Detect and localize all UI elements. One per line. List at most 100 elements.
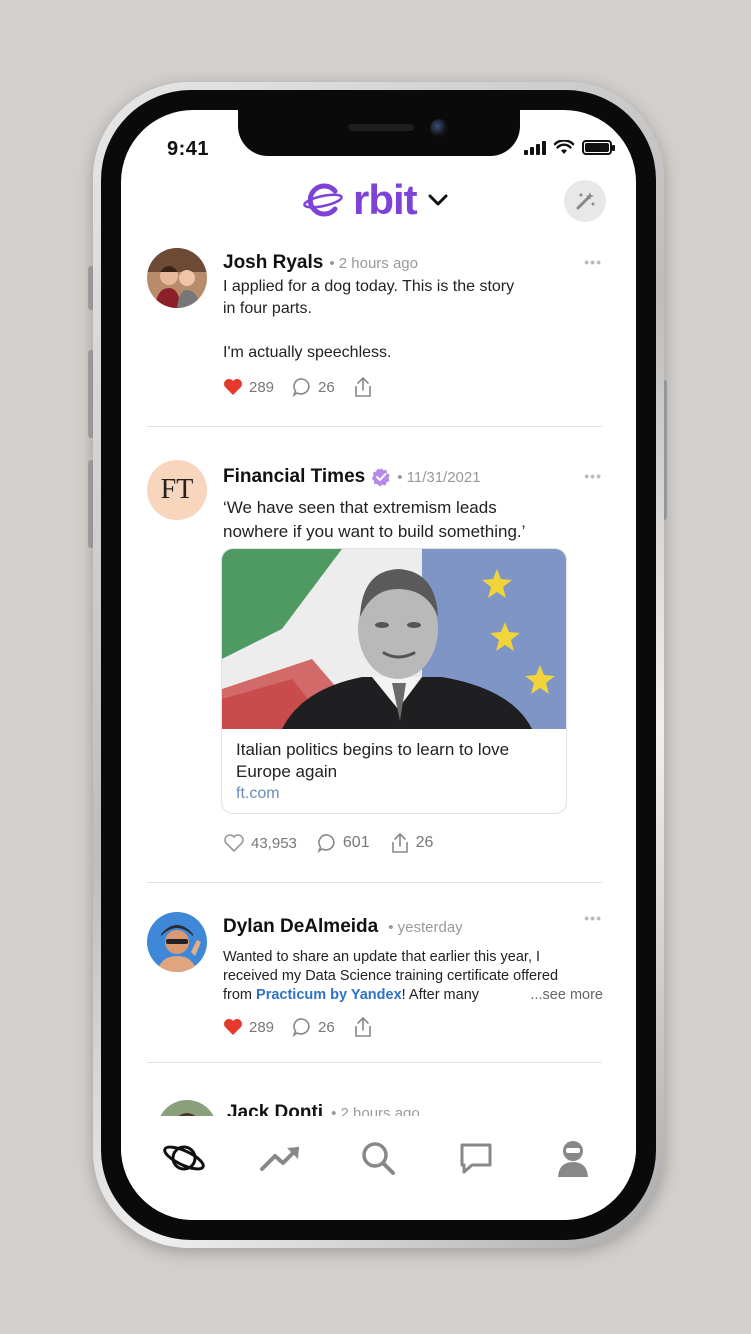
more-options-icon[interactable]: •••: [584, 254, 602, 270]
profile-avatar-icon: [558, 1141, 589, 1177]
post-divider: [147, 426, 602, 427]
orbit-logo-icon: [303, 183, 343, 217]
card-body: Italian politics begins to learn to love…: [222, 729, 566, 813]
article-photo: [222, 549, 566, 729]
like-button[interactable]: 43,953: [223, 833, 297, 853]
more-options-icon[interactable]: •••: [584, 468, 602, 484]
author-name[interactable]: Dylan DeAlmeida: [223, 916, 378, 938]
status-time: 9:41: [167, 138, 210, 160]
practicum-link[interactable]: Practicum by Yandex: [256, 987, 402, 1003]
author-name[interactable]: Financial Times: [223, 466, 365, 488]
post-text-line: I'm actually speechless.: [223, 344, 392, 361]
share-button[interactable]: [353, 376, 373, 398]
feed-switcher[interactable]: rbit: [303, 176, 449, 224]
comment-icon: [292, 378, 310, 397]
tab-explore[interactable]: [160, 1134, 208, 1182]
share-button[interactable]: [353, 1016, 373, 1038]
avatar-photo: [147, 912, 207, 972]
share-icon: [354, 1016, 371, 1037]
app-logo-text: rbit: [353, 176, 418, 223]
tab-profile[interactable]: [549, 1134, 597, 1182]
post-text-line: from Practicum by Yandex! After many ...…: [223, 986, 603, 1005]
avatar[interactable]: FT: [147, 460, 207, 520]
comment-button[interactable]: 601: [317, 833, 370, 853]
post-text-prefix: from: [223, 987, 257, 1003]
trending-icon: [260, 1147, 300, 1171]
post-text-line: nowhere if you want to build something.’: [223, 522, 526, 541]
article-image: [222, 549, 566, 729]
link-preview-card[interactable]: Italian politics begins to learn to love…: [221, 548, 567, 814]
post-header: Dylan DeAlmeida • yesterday: [223, 916, 463, 938]
post-actions: 43,953 601 26: [223, 832, 451, 854]
post-divider: [147, 882, 602, 883]
phone-frame: 9:41 rbit Josh Ryals • 2 hours ago ••• I…: [93, 82, 664, 1248]
cellular-signal-icon: [524, 141, 546, 155]
post-text-spacer: [223, 320, 514, 342]
planet-icon: [162, 1145, 205, 1171]
avatar-photo: [147, 248, 207, 308]
verified-badge-icon: [372, 468, 391, 487]
front-camera: [430, 119, 448, 137]
compose-button[interactable]: [564, 180, 606, 222]
comment-count: 601: [342, 834, 370, 851]
post-actions: 289 26: [223, 376, 391, 398]
comment-button[interactable]: 26: [292, 377, 335, 397]
post-financial-times[interactable]: FT Financial Times • 11/31/2021 ••• ‘We …: [147, 460, 602, 880]
speaker: [348, 124, 414, 131]
magic-wand-icon: [576, 192, 595, 210]
post-text-line: received my Data Science training certif…: [223, 968, 559, 984]
avatar[interactable]: [147, 912, 207, 972]
post-header: Financial Times • 11/31/2021: [223, 466, 481, 488]
post-text-line: I applied for a dog today. This is the s…: [223, 278, 515, 295]
comment-icon: [317, 834, 335, 853]
heart-filled-icon: [224, 379, 242, 395]
tab-trending[interactable]: [257, 1134, 305, 1182]
share-button[interactable]: 26: [390, 832, 434, 854]
like-count: 289: [249, 1018, 275, 1036]
heart-filled-icon: [224, 1019, 242, 1035]
comment-icon: [292, 1018, 310, 1037]
post-text: ‘We have seen that extremism leads nowhe…: [223, 496, 525, 544]
post-text-suffix: ! After many: [401, 987, 480, 1003]
post-dylan-dealmeida[interactable]: Dylan DeAlmeida • yesterday ••• Wanted t…: [147, 910, 603, 1072]
status-icons: [524, 140, 615, 155]
search-icon: [362, 1142, 396, 1175]
ft-logo-text: FT: [160, 474, 194, 505]
post-divider: [147, 1062, 602, 1063]
post-time: • 2 hours ago: [329, 254, 418, 272]
see-more-link[interactable]: ...see more: [530, 986, 603, 1005]
like-count: 289: [249, 378, 275, 396]
post-josh-ryals[interactable]: Josh Ryals • 2 hours ago ••• I applied f…: [147, 240, 602, 410]
chevron-down-icon: [428, 194, 448, 206]
post-text: I applied for a dog today. This is the s…: [223, 276, 514, 364]
avatar[interactable]: [147, 248, 207, 308]
post-header: Josh Ryals • 2 hours ago: [223, 252, 418, 274]
post-text-line: Wanted to share an update that earlier t…: [223, 949, 541, 965]
post-text-line: ‘We have seen that extremism leads: [223, 498, 497, 517]
like-button[interactable]: 289: [223, 1018, 274, 1036]
tab-messages[interactable]: [452, 1134, 500, 1182]
article-domain[interactable]: ft.com: [236, 785, 552, 803]
post-time: • 11/31/2021: [397, 468, 481, 486]
comment-button[interactable]: 26: [292, 1017, 335, 1037]
more-options-icon[interactable]: •••: [584, 910, 602, 926]
heart-outline-icon: [224, 834, 244, 853]
bottom-tab-bar: [121, 1116, 636, 1220]
chat-bubble-icon: [460, 1143, 492, 1174]
post-actions: 289 26: [223, 1016, 391, 1038]
top-bar: rbit: [121, 170, 636, 230]
comment-count: 26: [318, 378, 335, 396]
post-text: Wanted to share an update that earlier t…: [223, 948, 603, 1005]
notch: [238, 110, 520, 156]
share-count: 26: [415, 834, 434, 851]
author-name[interactable]: Josh Ryals: [223, 252, 323, 274]
like-button[interactable]: 289: [223, 378, 274, 396]
app-screen: 9:41 rbit Josh Ryals • 2 hours ago ••• I…: [121, 110, 636, 1220]
like-count: 43,953: [251, 834, 297, 852]
battery-icon: [582, 140, 615, 155]
share-icon: [391, 832, 408, 853]
share-icon: [354, 376, 371, 397]
tab-search[interactable]: [354, 1134, 402, 1182]
post-time: • yesterday: [388, 918, 463, 936]
article-title[interactable]: Italian politics begins to learn to love…: [236, 739, 552, 783]
